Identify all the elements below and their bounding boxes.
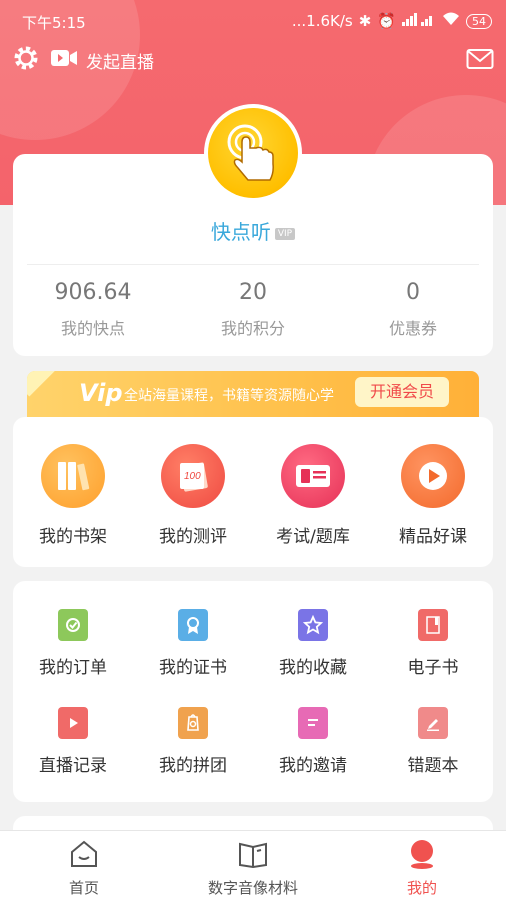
menu-label: 我的拼团 xyxy=(159,756,227,776)
avatar[interactable] xyxy=(204,104,302,202)
stat-value: 906.64 xyxy=(54,280,132,305)
stat-label: 我的积分 xyxy=(220,319,285,338)
vip-badge: VIP xyxy=(274,227,296,240)
status-bar: 下午5:15 ...1.6K/s ✱ ⏰ 54 xyxy=(0,0,506,44)
gear-icon[interactable] xyxy=(12,44,40,72)
invite-icon xyxy=(298,707,328,739)
nav-label: 数字音像材料 xyxy=(207,879,298,897)
video-camera-icon[interactable] xyxy=(50,48,78,68)
nav-mine[interactable]: 我的 xyxy=(352,839,492,898)
open-membership-button[interactable]: 开通会员 xyxy=(355,377,449,407)
profile-icon xyxy=(352,839,492,873)
network-speed: ...1.6K/s xyxy=(291,12,353,30)
stat-kuaidian[interactable]: 906.64 我的快点 xyxy=(13,280,173,339)
stat-label: 我的快点 xyxy=(60,319,125,338)
menu-label: 电子书 xyxy=(407,658,459,678)
menu-label: 直播记录 xyxy=(39,756,107,776)
bookshelf-icon xyxy=(41,444,105,508)
nav-digital-media[interactable]: 数字音像材料 xyxy=(183,839,323,898)
secondary-menu-card: 我的订单 我的证书 我的收藏 电子书 直播记录 我的拼团 我的邀请 错题本 xyxy=(13,581,493,802)
menu-item-wrong-questions[interactable]: 错题本 xyxy=(373,707,493,776)
menu-item-evaluation[interactable]: 100 我的测评 xyxy=(133,444,253,547)
bottom-nav: 首页 数字音像材料 我的 xyxy=(0,830,506,901)
menu-item-certificates[interactable]: 我的证书 xyxy=(133,609,253,678)
menu-item-favorites[interactable]: 我的收藏 xyxy=(253,609,373,678)
evaluation-icon: 100 xyxy=(161,444,225,508)
hand-tap-icon xyxy=(208,108,298,198)
order-icon xyxy=(58,609,88,641)
status-time: 下午5:15 xyxy=(22,14,86,32)
wrong-book-icon xyxy=(418,707,448,739)
bluetooth-icon: ✱ xyxy=(358,12,372,30)
menu-label: 我的测评 xyxy=(159,527,227,547)
menu-item-invitations[interactable]: 我的邀请 xyxy=(253,707,373,776)
stat-value: 20 xyxy=(239,280,267,305)
menu-label: 我的书架 xyxy=(39,527,107,547)
mail-icon[interactable] xyxy=(466,48,494,70)
menu-label: 精品好课 xyxy=(399,527,467,547)
exam-icon xyxy=(281,444,345,508)
menu-item-bookshelf[interactable]: 我的书架 xyxy=(13,444,133,547)
nav-label: 我的 xyxy=(406,879,437,897)
group-buy-icon xyxy=(178,707,208,739)
status-indicators: ...1.6K/s ✱ ⏰ 54 xyxy=(292,12,492,30)
vip-corner-decoration xyxy=(27,371,61,397)
battery-indicator: 54 xyxy=(466,13,492,29)
vip-banner[interactable]: Vip 全站海量课程，书籍等资源随心学 开通会员 xyxy=(27,371,479,419)
menu-label: 考试/题库 xyxy=(276,527,350,547)
star-icon xyxy=(298,609,328,641)
certificate-icon xyxy=(178,609,208,641)
primary-menu-card: 我的书架 100 我的测评 考试/题库 精品好课 xyxy=(13,417,493,567)
signal-icon xyxy=(402,12,436,30)
menu-label: 我的邀请 xyxy=(279,756,347,776)
menu-item-group-buy[interactable]: 我的拼团 xyxy=(133,707,253,776)
vip-slogan: 全站海量课程，书籍等资源随心学 xyxy=(124,388,334,404)
menu-item-live-records[interactable]: 直播记录 xyxy=(13,707,133,776)
stat-coupons[interactable]: 0 优惠券 xyxy=(333,280,493,339)
menu-label: 错题本 xyxy=(407,756,459,776)
svg-text:100: 100 xyxy=(184,471,201,482)
start-live-button[interactable]: 发起直播 xyxy=(86,48,154,73)
menu-label: 我的订单 xyxy=(39,658,107,678)
book-open-icon xyxy=(183,839,323,873)
menu-item-exam[interactable]: 考试/题库 xyxy=(253,444,373,547)
alarm-icon: ⏰ xyxy=(377,12,396,30)
menu-label: 我的证书 xyxy=(159,658,227,678)
divider xyxy=(27,264,479,265)
menu-item-orders[interactable]: 我的订单 xyxy=(13,609,133,678)
top-bar: 发起直播 xyxy=(0,40,506,80)
home-icon xyxy=(14,839,154,873)
menu-item-ebook[interactable]: 电子书 xyxy=(373,609,493,678)
nav-label: 首页 xyxy=(68,879,99,897)
course-play-icon xyxy=(401,444,465,508)
wifi-icon xyxy=(442,12,460,30)
live-record-icon xyxy=(58,707,88,739)
stat-points[interactable]: 20 我的积分 xyxy=(173,280,333,339)
menu-label: 我的收藏 xyxy=(279,658,347,678)
username[interactable]: 快点听 xyxy=(211,220,271,244)
vip-word: Vip xyxy=(79,379,123,407)
stat-label: 优惠券 xyxy=(388,319,437,338)
ebook-icon xyxy=(418,609,448,641)
menu-item-premium-course[interactable]: 精品好课 xyxy=(373,444,493,547)
nav-home[interactable]: 首页 xyxy=(14,839,154,898)
stat-value: 0 xyxy=(406,280,420,305)
username-row: 快点听 VIP xyxy=(13,216,493,245)
